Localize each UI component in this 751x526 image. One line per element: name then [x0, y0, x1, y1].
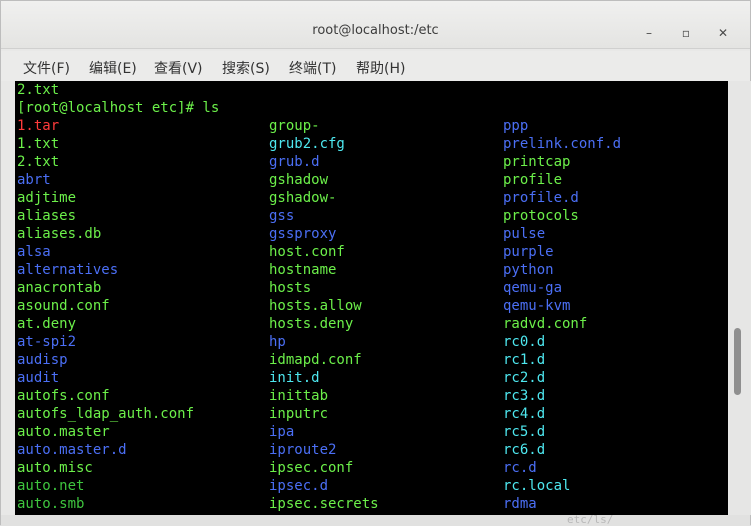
ls-entry: qemu-kvm [503, 298, 571, 314]
ls-entry: gshadow- [269, 190, 337, 206]
ls-entry: ipa [269, 424, 295, 440]
ls-entry: ipsec.conf [269, 460, 354, 476]
ls-entry: adjtime [17, 190, 77, 206]
minimize-icon[interactable]: – [641, 25, 657, 41]
ls-entry: alsa [17, 244, 51, 260]
ls-entry: qemu-ga [503, 280, 563, 296]
ls-entry: init.d [269, 370, 320, 386]
ls-entry: profile.d [503, 190, 579, 206]
ls-entry: rc5.d [503, 424, 546, 440]
close-icon[interactable]: ✕ [715, 25, 731, 41]
ls-entry: at-spi2 [17, 334, 77, 350]
ls-entry: rc.local [503, 478, 571, 494]
ls-entry: idmapd.conf [269, 352, 362, 368]
ls-entry: inittab [269, 388, 329, 404]
ls-entry: auto.smb [17, 496, 85, 512]
ls-entry: grub.d [269, 154, 320, 170]
ls-entry: rc2.d [503, 370, 546, 386]
ls-entry: rdma [503, 496, 537, 512]
ls-entry: audisp [17, 352, 68, 368]
ls-entry: group- [269, 118, 320, 134]
ls-entry: hosts [269, 280, 312, 296]
menu-help[interactable]: 帮助(H) [356, 58, 405, 78]
ls-entry: hostname [269, 262, 337, 278]
maximize-icon[interactable]: ▫ [678, 25, 694, 41]
menu-bar: 文件(F) 编辑(E) 查看(V) 搜索(S) 终端(T) 帮助(H) [1, 51, 750, 81]
ls-entry: 2.txt [17, 154, 60, 170]
ghost-text: etc/ls/ [567, 513, 614, 526]
ls-entry: autofs_ldap_auth.conf [17, 406, 195, 422]
ls-entry: auto.master [17, 424, 110, 440]
prompt-line: [root@localhost etc]# ls [17, 100, 220, 116]
menu-terminal[interactable]: 终端(T) [289, 58, 336, 78]
ls-entry: rc6.d [503, 442, 546, 458]
ls-entry: iproute2 [269, 442, 337, 458]
window-title: root@localhost:/etc [312, 23, 439, 38]
ls-entry: 1.txt [17, 136, 60, 152]
menu-view[interactable]: 查看(V) [154, 58, 203, 78]
ls-entry: auto.master.d [17, 442, 127, 458]
window-bottom-edge [1, 515, 750, 526]
previous-output-line: 2.txt [17, 82, 60, 98]
ls-entry: pulse [503, 226, 546, 242]
ls-entry: inputrc [269, 406, 329, 422]
ls-entry: aliases.db [17, 226, 102, 242]
menu-search[interactable]: 搜索(S) [222, 58, 270, 78]
ls-entry: alternatives [17, 262, 119, 278]
terminal-output[interactable]: 2.txt [root@localhost etc]# ls 1.tar 1.tx… [15, 81, 728, 515]
ls-entry: rc0.d [503, 334, 546, 350]
ls-entry: hosts.deny [269, 316, 354, 332]
ls-entry: rc.d [503, 460, 537, 476]
ls-entry: abrt [17, 172, 51, 188]
ls-entry: rc1.d [503, 352, 546, 368]
ls-entry: ppp [503, 118, 529, 134]
ls-entry: hp [269, 334, 286, 350]
ls-entry: profile [503, 172, 563, 188]
ls-entry: protocols [503, 208, 579, 224]
ls-entry: gshadow [269, 172, 329, 188]
ls-entry: at.deny [17, 316, 77, 332]
scrollbar-track[interactable] [729, 81, 751, 515]
ls-entry: ipsec.secrets [269, 496, 379, 512]
ls-entry: asound.conf [17, 298, 110, 314]
ls-entry: gss [269, 208, 295, 224]
ls-entry: prelink.conf.d [503, 136, 622, 152]
ls-entry: 1.tar [17, 118, 60, 134]
menu-edit[interactable]: 编辑(E) [89, 58, 137, 78]
scrollbar-thumb[interactable] [734, 328, 741, 395]
ls-entry: auto.misc [17, 460, 93, 476]
ls-entry: host.conf [269, 244, 345, 260]
ls-entry: printcap [503, 154, 571, 170]
ls-entry: aliases [17, 208, 77, 224]
ls-entry: anacrontab [17, 280, 102, 296]
ls-entry: rc4.d [503, 406, 546, 422]
ls-entry: grub2.cfg [269, 136, 345, 152]
menu-file[interactable]: 文件(F) [23, 58, 70, 78]
ls-entry: autofs.conf [17, 388, 110, 404]
ls-entry: hosts.allow [269, 298, 362, 314]
ls-entry: gssproxy [269, 226, 337, 242]
ls-entry: purple [503, 244, 554, 260]
ls-entry: rc3.d [503, 388, 546, 404]
ls-entry: audit [17, 370, 60, 386]
title-bar[interactable]: root@localhost:/etc – ▫ ✕ [1, 1, 750, 49]
ls-entry: radvd.conf [503, 316, 588, 332]
terminal-window: root@localhost:/etc – ▫ ✕ 文件(F) 编辑(E) 查看… [0, 0, 751, 526]
ls-entry: ipsec.d [269, 478, 329, 494]
ls-entry: python [503, 262, 554, 278]
ls-entry: auto.net [17, 478, 85, 494]
